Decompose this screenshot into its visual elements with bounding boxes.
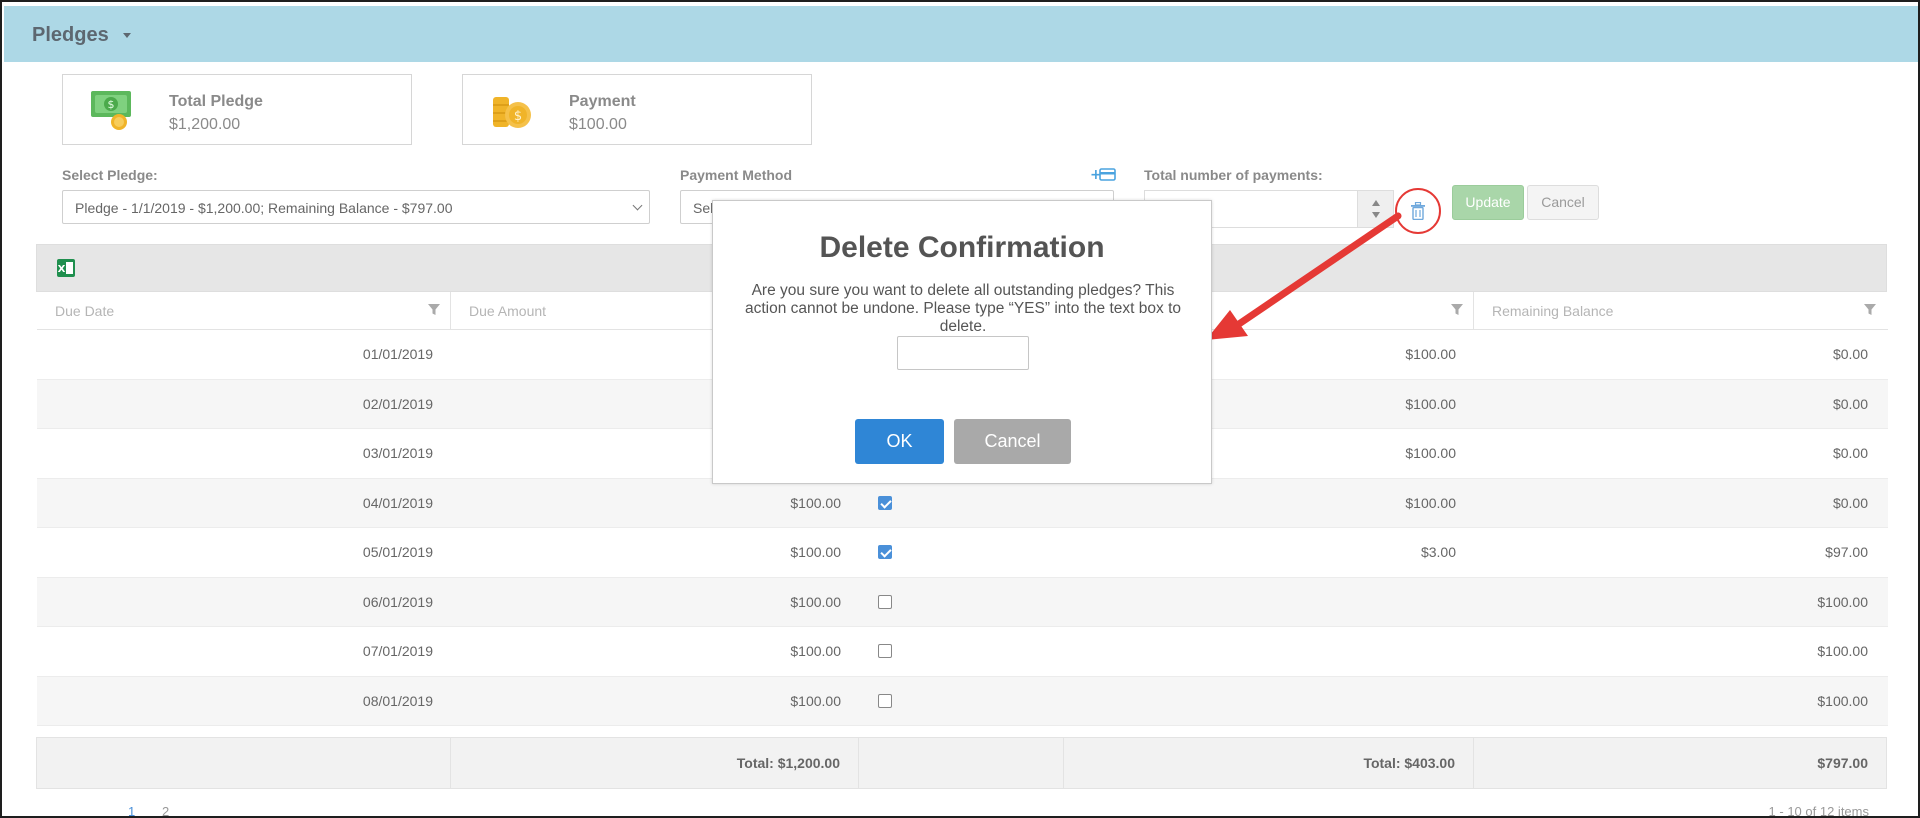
cell-due-date: 01/01/2019 (362, 346, 433, 362)
cell-due-date: 04/01/2019 (362, 494, 433, 511)
payment-value: $100.00 (569, 116, 627, 133)
cell-due-amount: $100.00 (790, 643, 841, 659)
footer-cell (859, 738, 1064, 788)
payment-card: $ Payment $100.00 (462, 74, 812, 145)
cell-paid-amount: $100.00 (1405, 494, 1456, 511)
cell-due-amount: $100.00 (790, 593, 841, 610)
column-label: Due Amount (469, 303, 547, 319)
chevron-up-icon[interactable] (1372, 200, 1380, 206)
svg-text:$: $ (108, 98, 115, 111)
cell-remaining-balance: $100.00 (1817, 643, 1868, 659)
filter-icon[interactable] (1864, 304, 1876, 316)
total-payments-label: Total number of payments: (1144, 167, 1323, 183)
paid-checkbox[interactable] (878, 644, 892, 658)
page-title[interactable]: Pledges (32, 24, 109, 47)
footer-total-paid: Total: $403.00 (1064, 738, 1474, 788)
pager-info: 1 - 10 of 12 items (1768, 804, 1869, 818)
trash-icon (1411, 202, 1425, 220)
cell-remaining-balance: $0.00 (1832, 395, 1868, 412)
excel-export-icon[interactable]: X (57, 259, 75, 277)
dialog-message: Are you sure you want to delete all outs… (744, 282, 1181, 335)
cell-paid-amount: $3.00 (1420, 544, 1456, 560)
money-icon: $ (91, 91, 131, 130)
coins-icon: $ (493, 97, 531, 128)
cell-remaining-balance: $100.00 (1817, 692, 1868, 709)
total-pledge-label: Total Pledge (169, 93, 263, 110)
confirmation-input[interactable] (897, 336, 1029, 370)
cell-paid-amount (1064, 627, 1456, 676)
payment-method-label: Payment Method (680, 167, 793, 183)
cell-remaining-balance: $97.00 (1825, 544, 1868, 560)
table-row[interactable]: 04/01/2019 $100.00 $100.00 $0.00 (37, 478, 1888, 528)
cell-remaining-balance: $0.00 (1832, 346, 1868, 362)
cell-remaining-balance: $100.00 (1817, 593, 1868, 610)
payment-method-value: Sel (693, 200, 714, 216)
column-label: Remaining Balance (1492, 303, 1614, 319)
footer-total-amount: Total: $1,200.00 (451, 738, 859, 788)
table-row[interactable]: 07/01/2019 $100.00 $100.00 (37, 627, 1888, 677)
column-header-due-date[interactable]: Due Date (37, 292, 451, 330)
chevron-down-icon (632, 200, 643, 211)
select-pledge-value: Pledge - 1/1/2019 - $1,200.00; Remaining… (75, 200, 453, 216)
cell-due-date: 08/01/2019 (362, 692, 433, 709)
header-bar: Pledges (4, 6, 1918, 62)
chevron-down-icon[interactable] (123, 33, 131, 38)
cell-due-amount: $100.00 (790, 692, 841, 709)
total-pledge-value: $1,200.00 (169, 116, 241, 133)
delete-confirmation-dialog: Delete Confirmation Are you sure you wan… (712, 200, 1212, 484)
cell-due-date: 03/01/2019 (362, 445, 433, 461)
cell-due-date: 02/01/2019 (362, 395, 433, 412)
paid-checkbox[interactable] (878, 693, 892, 708)
footer-total-remaining: $797.00 (1817, 755, 1868, 771)
paid-checkbox[interactable] (878, 545, 892, 559)
pager-page-1[interactable]: 1 (128, 804, 135, 816)
paid-checkbox[interactable] (878, 495, 892, 510)
grid-footer: Total: $1,200.00 Total: $403.00 $797.00 (36, 737, 1887, 789)
cell-remaining-balance: $0.00 (1832, 494, 1868, 511)
footer-cell (37, 738, 451, 788)
app-window: Pledges $ Total Pledge $1,200.00 $ Payme… (0, 0, 1920, 818)
cell-due-date: 07/01/2019 (362, 643, 433, 659)
cell-due-amount: $100.00 (790, 494, 841, 511)
add-payment-method-icon[interactable]: + (1090, 166, 1116, 184)
filter-icon[interactable] (428, 304, 440, 316)
column-label: Due Date (55, 303, 115, 319)
filter-icon[interactable] (1451, 304, 1463, 316)
dialog-title: Delete Confirmation (819, 231, 1105, 264)
table-row[interactable]: 08/01/2019 $100.00 $100.00 (37, 676, 1888, 726)
table-row[interactable]: 05/01/2019 $100.00 $3.00 $97.00 (37, 528, 1888, 578)
grid-pager: 1 2 1 - 10 of 12 items (36, 802, 1887, 818)
total-pledge-card: $ Total Pledge $1,200.00 (62, 74, 412, 145)
table-row[interactable]: 06/01/2019 $100.00 $100.00 (37, 577, 1888, 627)
cancel-button[interactable]: Cancel (1527, 185, 1599, 220)
svg-text:X: X (58, 264, 66, 275)
cell-due-amount: $100.00 (790, 544, 841, 560)
svg-text:$: $ (514, 109, 522, 124)
select-pledge-dropdown[interactable]: Pledge - 1/1/2019 - $1,200.00; Remaining… (62, 190, 650, 224)
payment-label: Payment (569, 93, 636, 110)
cell-paid-amount (1064, 578, 1456, 627)
column-header-remaining-balance[interactable]: Remaining Balance (1474, 292, 1886, 330)
update-button[interactable]: Update (1452, 185, 1524, 220)
ok-button[interactable]: OK (855, 419, 944, 464)
cell-remaining-balance: $0.00 (1832, 445, 1868, 461)
paid-checkbox[interactable] (878, 594, 892, 609)
select-pledge-label: Select Pledge: (62, 167, 158, 183)
dialog-cancel-button[interactable]: Cancel (954, 419, 1071, 464)
cell-due-date: 06/01/2019 (362, 593, 433, 610)
cell-due-date: 05/01/2019 (362, 544, 433, 560)
pager-page-2[interactable]: 2 (162, 804, 169, 816)
cell-paid-amount (1064, 677, 1456, 726)
annotation-arrow (1206, 212, 1402, 340)
